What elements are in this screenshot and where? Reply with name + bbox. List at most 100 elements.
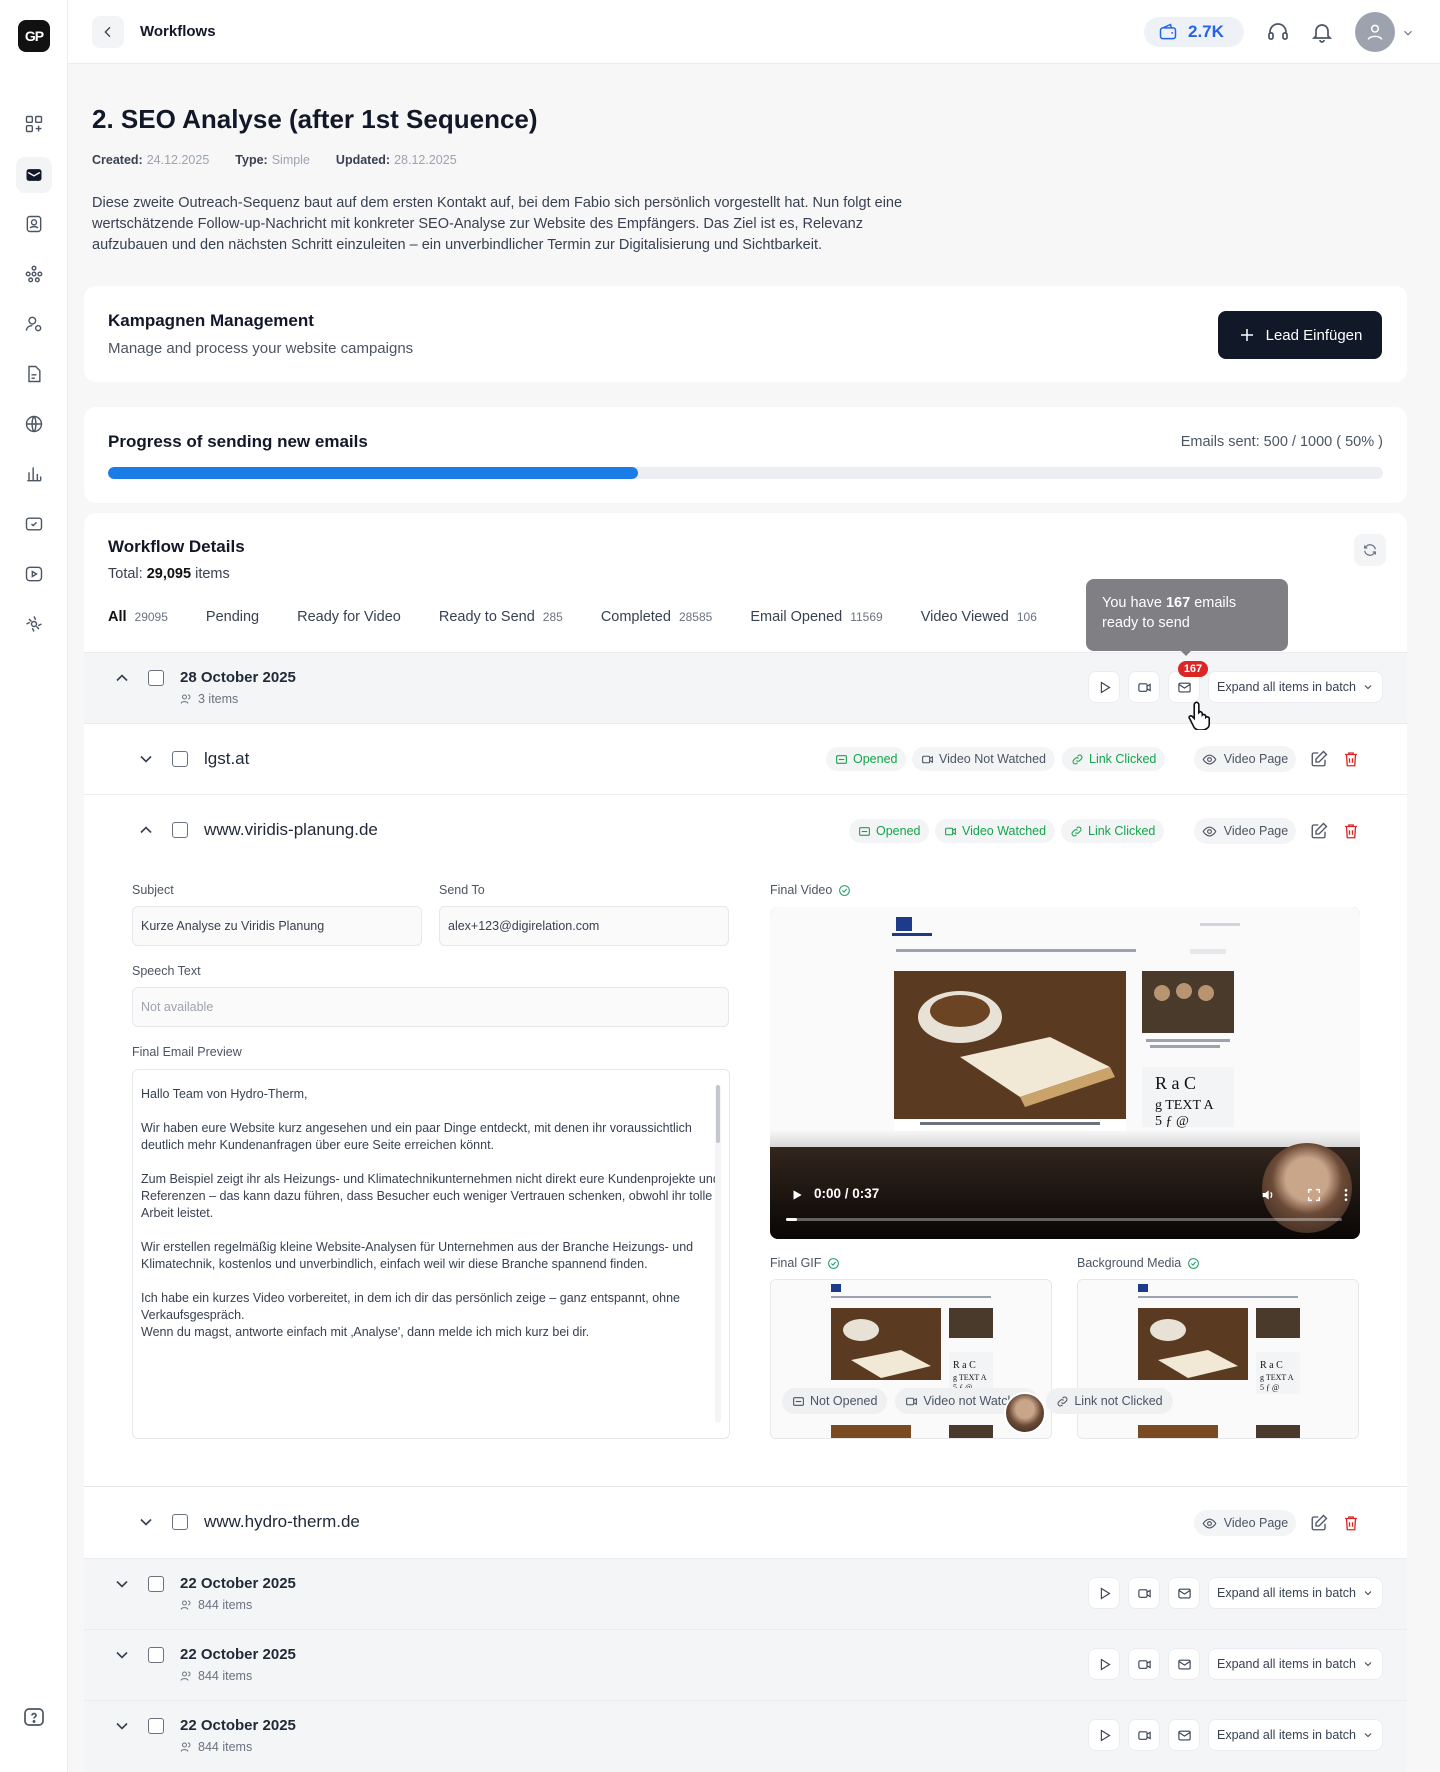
back-button[interactable] bbox=[92, 16, 124, 48]
generate-button[interactable] bbox=[1088, 1719, 1120, 1751]
status-opened: Opened bbox=[849, 819, 930, 843]
send-email-button[interactable] bbox=[1168, 1577, 1200, 1609]
video-button[interactable] bbox=[1128, 671, 1160, 703]
link-icon bbox=[1057, 1396, 1068, 1406]
final-video-player[interactable]: R a C g TEXT A 5 ƒ @ 0:00 / 0:37 bbox=[770, 907, 1360, 1239]
chevron-down-icon[interactable] bbox=[136, 749, 156, 769]
mail-open-icon bbox=[836, 754, 847, 764]
expand-batch-button[interactable]: Expand all items in batch bbox=[1208, 671, 1383, 703]
lead-checkbox[interactable] bbox=[172, 751, 188, 767]
user-settings-icon[interactable] bbox=[21, 311, 47, 337]
more-vertical-icon[interactable] bbox=[1338, 1187, 1354, 1203]
tooltip-count: 167 bbox=[1165, 595, 1191, 611]
batch-checkbox[interactable] bbox=[148, 1718, 164, 1734]
app-logo[interactable]: GP bbox=[18, 20, 50, 52]
video-button[interactable] bbox=[1128, 1719, 1160, 1751]
svg-text:R a C: R a C bbox=[953, 1360, 976, 1371]
generate-button[interactable] bbox=[1088, 1648, 1120, 1680]
play-icon[interactable] bbox=[790, 1188, 804, 1202]
status-label: Link Clicked bbox=[1089, 752, 1157, 766]
trash-icon[interactable] bbox=[1342, 1514, 1360, 1532]
status-label: Video Not Watched bbox=[939, 752, 1047, 766]
refresh-button[interactable] bbox=[1354, 534, 1386, 566]
video-icon[interactable] bbox=[21, 561, 47, 587]
contacts-icon[interactable] bbox=[21, 211, 47, 237]
help-icon[interactable] bbox=[22, 1706, 46, 1730]
user-avatar[interactable] bbox=[1355, 12, 1395, 52]
generate-button[interactable] bbox=[1088, 671, 1120, 703]
send-to-field[interactable]: alex+123@digirelation.com bbox=[439, 906, 729, 946]
volume-icon[interactable] bbox=[1260, 1187, 1276, 1203]
tab-ready-for-video[interactable]: Ready for Video bbox=[297, 609, 401, 639]
edit-icon[interactable] bbox=[1310, 750, 1328, 768]
expand-batch-button[interactable]: Expand all items in batch bbox=[1208, 1577, 1383, 1609]
camera-icon bbox=[1137, 1730, 1151, 1740]
tab-all[interactable]: All 29095 bbox=[108, 609, 168, 639]
integrations-icon[interactable] bbox=[21, 611, 47, 637]
lead-row[interactable]: www.hydro-therm.de Video Page bbox=[84, 1486, 1407, 1558]
expand-batch-button[interactable]: Expand all items in batch bbox=[1208, 1648, 1383, 1680]
edit-icon[interactable] bbox=[1310, 822, 1328, 840]
bell-icon[interactable] bbox=[1310, 20, 1334, 44]
batch-row[interactable]: 22 October 2025 844 items Expand all ite… bbox=[84, 1558, 1407, 1629]
chevron-up-icon[interactable] bbox=[112, 668, 132, 688]
tab-email-opened[interactable]: Email Opened 11569 bbox=[750, 609, 882, 639]
fullscreen-icon[interactable] bbox=[1306, 1187, 1322, 1203]
chevron-up-icon[interactable] bbox=[136, 820, 156, 840]
send-email-button[interactable] bbox=[1168, 1648, 1200, 1680]
document-icon[interactable] bbox=[21, 361, 47, 387]
chevron-down-icon[interactable] bbox=[136, 1512, 156, 1532]
chevron-down-icon[interactable] bbox=[112, 1716, 132, 1736]
chevron-down-icon[interactable] bbox=[1401, 26, 1415, 40]
send-email-button[interactable] bbox=[1168, 1719, 1200, 1751]
tab-label: Pending bbox=[205, 609, 260, 625]
chevron-down-icon[interactable] bbox=[112, 1574, 132, 1594]
batch-checkbox[interactable] bbox=[148, 670, 164, 686]
svg-text:g TEXT A: g TEXT A bbox=[1260, 1373, 1294, 1382]
video-page-button[interactable]: Video Page bbox=[1194, 746, 1296, 772]
network-icon[interactable] bbox=[21, 261, 47, 287]
batch-row[interactable]: 22 October 2025 844 items Expand all ite… bbox=[84, 1629, 1407, 1700]
status-label: Opened bbox=[853, 752, 898, 766]
tab-pending[interactable]: Pending bbox=[206, 609, 259, 639]
headset-icon[interactable] bbox=[1266, 20, 1290, 44]
video-button[interactable] bbox=[1128, 1577, 1160, 1609]
trash-icon[interactable] bbox=[1342, 822, 1360, 840]
send-tooltip: You have 167 emails ready to send bbox=[1086, 579, 1288, 651]
add-lead-button[interactable]: Lead Einfügen bbox=[1218, 311, 1382, 359]
video-page-button[interactable]: Video Page bbox=[1194, 1510, 1296, 1536]
credits-badge[interactable]: 2.7K bbox=[1144, 17, 1244, 47]
globe-icon[interactable] bbox=[21, 411, 47, 437]
speech-text-field[interactable]: Not available bbox=[132, 987, 729, 1027]
expand-batch-button[interactable]: Expand all items in batch bbox=[1208, 1719, 1383, 1751]
background-media-preview[interactable]: R a C g TEXT A 5 ƒ @ bbox=[1077, 1279, 1359, 1439]
tab-video-viewed[interactable]: Video Viewed 106 bbox=[921, 609, 1037, 639]
total-label: Total: bbox=[108, 566, 143, 582]
analytics-icon[interactable] bbox=[21, 461, 47, 487]
dashboard-icon[interactable] bbox=[21, 111, 47, 137]
batch-items-label: 844 items bbox=[198, 1740, 253, 1754]
batch-row[interactable]: 22 October 2025 844 items Expand all ite… bbox=[84, 1700, 1407, 1772]
batch-checkbox[interactable] bbox=[148, 1576, 164, 1592]
inbox-icon[interactable] bbox=[16, 157, 52, 193]
video-page-button[interactable]: Video Page bbox=[1194, 818, 1296, 844]
generate-button[interactable] bbox=[1088, 1577, 1120, 1609]
lead-row[interactable]: lgst.at Opened Video Not Watched Link Cl… bbox=[84, 723, 1407, 794]
lead-checkbox[interactable] bbox=[172, 1514, 188, 1530]
video-progress-bar[interactable] bbox=[786, 1218, 1342, 1221]
edit-icon[interactable] bbox=[1310, 1514, 1328, 1532]
email-preview[interactable]: Hallo Team von Hydro-Therm, Wir haben eu… bbox=[132, 1069, 730, 1439]
lead-checkbox[interactable] bbox=[172, 822, 188, 838]
email-scrollbar-thumb[interactable] bbox=[716, 1085, 720, 1143]
mail-check-icon[interactable] bbox=[21, 511, 47, 537]
batch-checkbox[interactable] bbox=[148, 1647, 164, 1663]
chevron-down-icon[interactable] bbox=[112, 1645, 132, 1665]
tab-ready-to-send[interactable]: Ready to Send 285 bbox=[439, 609, 563, 639]
tab-completed[interactable]: Completed 28585 bbox=[601, 609, 713, 639]
mail-open-icon bbox=[859, 826, 870, 836]
play-icon bbox=[1100, 1586, 1111, 1600]
final-video-label: Final Video bbox=[770, 883, 851, 897]
subject-field[interactable]: Kurze Analyse zu Viridis Planung bbox=[132, 906, 422, 946]
trash-icon[interactable] bbox=[1342, 750, 1360, 768]
video-button[interactable] bbox=[1128, 1648, 1160, 1680]
